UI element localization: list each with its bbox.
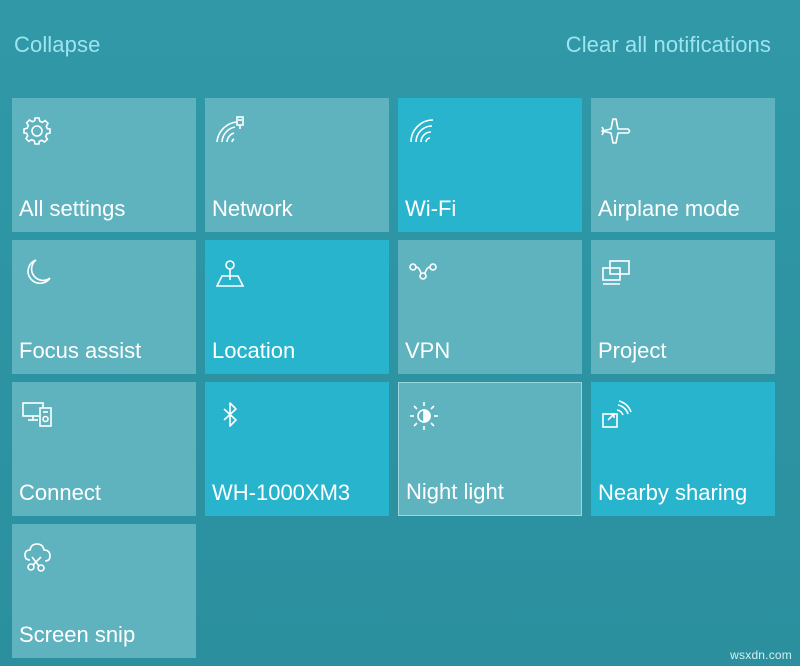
tile-project[interactable]: Project	[591, 240, 775, 374]
tile-airplane-mode[interactable]: Airplane mode	[591, 98, 775, 232]
tile-label: All settings	[19, 196, 126, 221]
action-center-header: Collapse Clear all notifications	[0, 0, 800, 92]
screen-snip-icon	[20, 540, 54, 574]
collapse-link[interactable]: Collapse	[14, 32, 100, 58]
tile-label: Nearby sharing	[598, 480, 748, 505]
gear-icon	[20, 114, 54, 148]
quick-actions-grid: All settings Network Wi-Fi Airplane mode…	[12, 98, 775, 658]
tile-label: Focus assist	[19, 338, 142, 363]
clear-all-notifications-link[interactable]: Clear all notifications	[566, 32, 771, 58]
connect-icon	[20, 398, 54, 432]
tile-label: Location	[212, 338, 296, 363]
tile-all-settings[interactable]: All settings	[12, 98, 196, 232]
tile-bluetooth[interactable]: WH-1000XM3	[205, 382, 389, 516]
tile-label: Airplane mode	[598, 196, 740, 221]
tile-label: Connect	[19, 480, 101, 505]
tile-location[interactable]: Location	[205, 240, 389, 374]
tile-night-light[interactable]: Night light	[398, 382, 582, 516]
project-icon	[599, 256, 633, 290]
tile-label: Project	[598, 338, 667, 363]
moon-icon	[20, 256, 54, 290]
airplane-icon	[599, 114, 633, 148]
vpn-icon	[406, 256, 440, 290]
nearby-sharing-icon	[599, 398, 633, 432]
tile-nearby-sharing[interactable]: Nearby sharing	[591, 382, 775, 516]
tile-label: Screen snip	[19, 622, 136, 647]
tile-label: VPN	[405, 338, 451, 363]
tile-label: Network	[212, 196, 293, 221]
tile-connect[interactable]: Connect	[12, 382, 196, 516]
tile-screen-snip[interactable]: Screen snip	[12, 524, 196, 658]
sun-icon	[407, 399, 441, 433]
tile-wifi[interactable]: Wi-Fi	[398, 98, 582, 232]
tile-focus-assist[interactable]: Focus assist	[12, 240, 196, 374]
tile-label: WH-1000XM3	[212, 480, 351, 505]
tile-label: Night light	[406, 479, 504, 504]
location-icon	[213, 256, 247, 290]
action-center-panel: Collapse Clear all notifications All set…	[0, 0, 800, 666]
tile-vpn[interactable]: VPN	[398, 240, 582, 374]
network-icon	[213, 114, 247, 148]
tile-label: Wi-Fi	[405, 196, 457, 221]
watermark: wsxdn.com	[730, 648, 792, 662]
wifi-icon	[406, 114, 440, 148]
tile-network[interactable]: Network	[205, 98, 389, 232]
bluetooth-icon	[213, 398, 247, 432]
